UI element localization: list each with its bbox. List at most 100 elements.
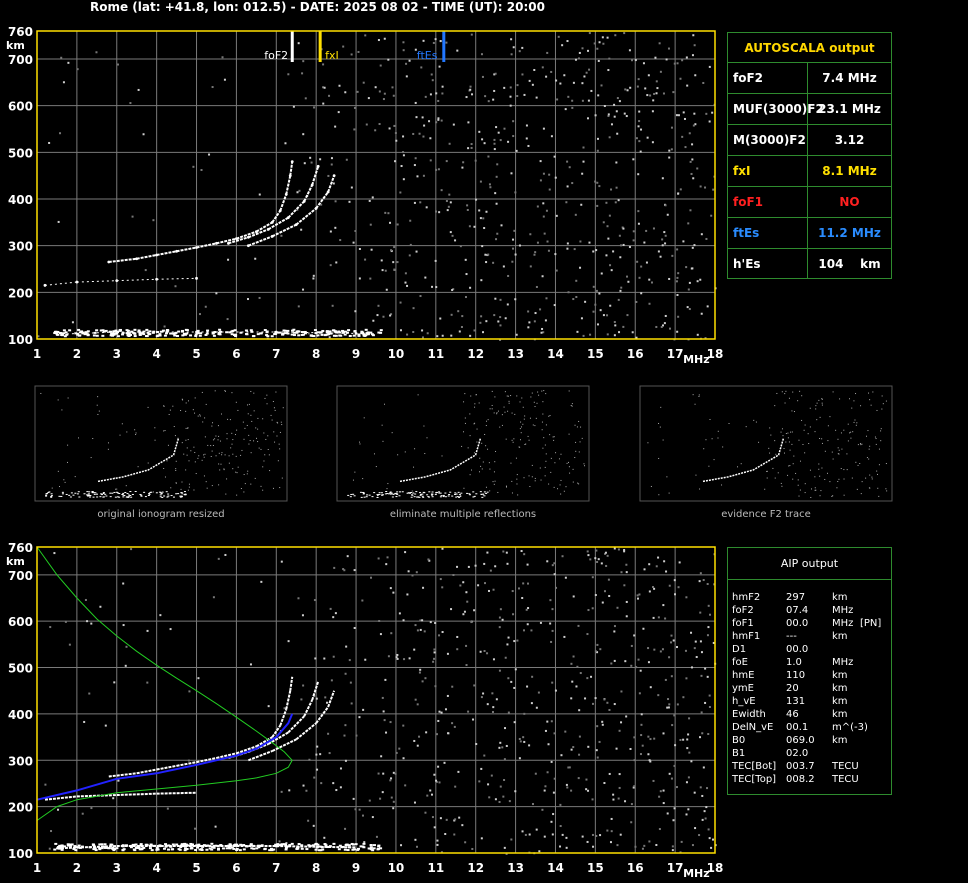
thumb-speck (496, 412, 498, 414)
thumb-speck (263, 460, 265, 462)
noise-speck (474, 564, 477, 567)
thumb-speck (841, 448, 843, 450)
noise-speck (518, 50, 521, 53)
autoscala-param-label: foF2 (728, 63, 808, 93)
thumb-speck (194, 412, 196, 414)
noise-speck (584, 697, 587, 700)
noise-speck (672, 639, 675, 642)
noise-speck (441, 92, 444, 95)
autoscala-row: h'Es 104 km (728, 249, 891, 279)
noise-speck (481, 75, 484, 78)
noise-speck (704, 817, 707, 820)
thumb-speck (469, 435, 471, 437)
e-layer-echo (210, 842, 214, 845)
noise-speck (685, 813, 688, 816)
noise-speck (116, 63, 119, 66)
noise-speck (511, 260, 514, 263)
noise-speck (506, 303, 509, 306)
noise-speck (496, 232, 499, 235)
e-layer-echo (369, 331, 373, 334)
noise-speck (364, 258, 367, 261)
thumb-speck (220, 413, 222, 415)
aip-param-unit: km (832, 709, 848, 720)
thumb-speck (568, 390, 570, 392)
thumb-e-echo (122, 494, 125, 496)
noise-speck (598, 292, 601, 295)
thumb-speck (870, 404, 872, 406)
x-tick-label: 16 (627, 861, 644, 875)
thumb-speck (881, 408, 883, 410)
noise-speck (415, 116, 418, 119)
thumb-e-echo (45, 494, 48, 496)
thumb-e-echo (435, 492, 438, 494)
thumb-e-echo (365, 496, 368, 498)
noise-speck (339, 239, 342, 242)
thumb-speck (560, 479, 562, 481)
thumb-speck (819, 416, 821, 418)
thumb-speck (230, 447, 232, 449)
thumb-speck (391, 432, 393, 434)
thumb-e-echo (131, 493, 134, 495)
thumb-speck (658, 494, 660, 496)
noise-speck (575, 685, 578, 688)
thumb-speck (247, 470, 249, 472)
noise-speck (462, 161, 465, 164)
noise-speck (664, 678, 667, 681)
noise-speck (502, 265, 505, 268)
thumb-speck (832, 458, 834, 460)
thumb-e-echo (78, 496, 81, 498)
thumb-speck (709, 418, 711, 420)
thumb-e-echo (472, 496, 475, 498)
thumb-e-echo (371, 496, 374, 498)
aip-param-name: foF2 (732, 605, 754, 616)
noise-speck (382, 98, 385, 101)
e-layer-echo (282, 329, 286, 332)
thumb-e-echo (72, 494, 75, 496)
noise-speck (464, 841, 467, 844)
noise-speck (416, 175, 419, 178)
e-layer-echo (54, 842, 58, 845)
noise-speck (438, 634, 441, 637)
noise-speck (383, 37, 386, 40)
aip-param-name: B0 (732, 735, 746, 746)
noise-speck (528, 321, 531, 324)
thumb-e-echo (414, 493, 417, 495)
noise-speck (322, 63, 325, 66)
thumb-speck (224, 454, 226, 456)
autoscala-param-label: M(3000)F2 (728, 125, 808, 155)
noise-speck (473, 329, 476, 332)
noise-speck (90, 807, 93, 810)
thumb-speck (203, 475, 205, 477)
noise-speck (581, 47, 584, 50)
thumb-speck (878, 448, 880, 450)
noise-speck (657, 694, 660, 697)
noise-speck (663, 231, 666, 234)
thumb-e-echo (483, 491, 486, 493)
noise-speck (310, 161, 313, 164)
e-layer-echo (108, 330, 112, 333)
e-layer-echo (314, 842, 318, 845)
thumb-speck (234, 434, 236, 436)
e-layer-echo (169, 332, 173, 335)
noise-speck (510, 680, 513, 683)
noise-speck (676, 62, 679, 65)
e-layer-echo (103, 843, 107, 846)
thumb-speck (549, 434, 551, 436)
thumb-speck (572, 481, 574, 483)
noise-speck (700, 233, 703, 236)
y-tick-label: 100 (8, 333, 33, 347)
noise-speck (672, 819, 675, 822)
noise-speck (658, 795, 661, 798)
noise-speck (368, 799, 371, 802)
noise-speck (626, 314, 629, 317)
autoscala-param-value: 3.12 (834, 133, 865, 147)
thumb-speck (847, 423, 849, 425)
noise-speck (380, 259, 383, 262)
thumb-speck (223, 469, 225, 471)
noise-speck (619, 289, 622, 292)
thumb-e-echo (161, 491, 164, 493)
trace-point (332, 174, 336, 178)
noise-speck (596, 560, 599, 563)
e-layer-echo (150, 849, 154, 852)
noise-speck (596, 47, 599, 50)
